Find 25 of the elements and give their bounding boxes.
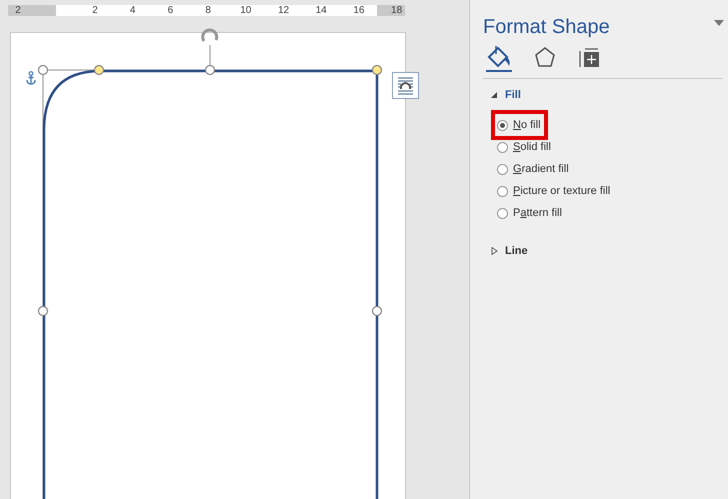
ruler-number: 2 [92,6,98,16]
section-label[interactable]: Line [505,242,528,260]
radio-button[interactable] [497,142,508,152]
ruler-number: 4 [130,6,136,16]
collapsed-triangle-icon[interactable] [491,247,498,255]
highlighted-fill-option[interactable]: No fill [491,110,548,140]
ruler-number: 18 [391,6,402,16]
ruler-number: 16 [353,6,364,16]
radio-button[interactable] [497,120,508,130]
radio-button[interactable] [497,186,508,196]
text-wrap-icon [396,76,415,95]
radio-button[interactable] [497,208,508,218]
expanded-triangle-icon[interactable] [491,91,498,99]
ruler-number: 12 [278,6,290,16]
dropdown-caret-icon[interactable] [714,20,724,26]
ruler-number: 10 [240,6,252,16]
ruler-number: 8 [205,6,211,16]
ruler-number: 2 [15,6,21,16]
ruler-number: 14 [316,6,327,16]
section-label[interactable]: Fill [505,86,521,104]
anchor-icon [25,71,37,85]
radio-button[interactable] [497,164,508,174]
layout-options-button[interactable] [392,72,419,99]
pane-title: Format Shape [483,15,610,40]
ruler-number: 6 [168,6,174,16]
